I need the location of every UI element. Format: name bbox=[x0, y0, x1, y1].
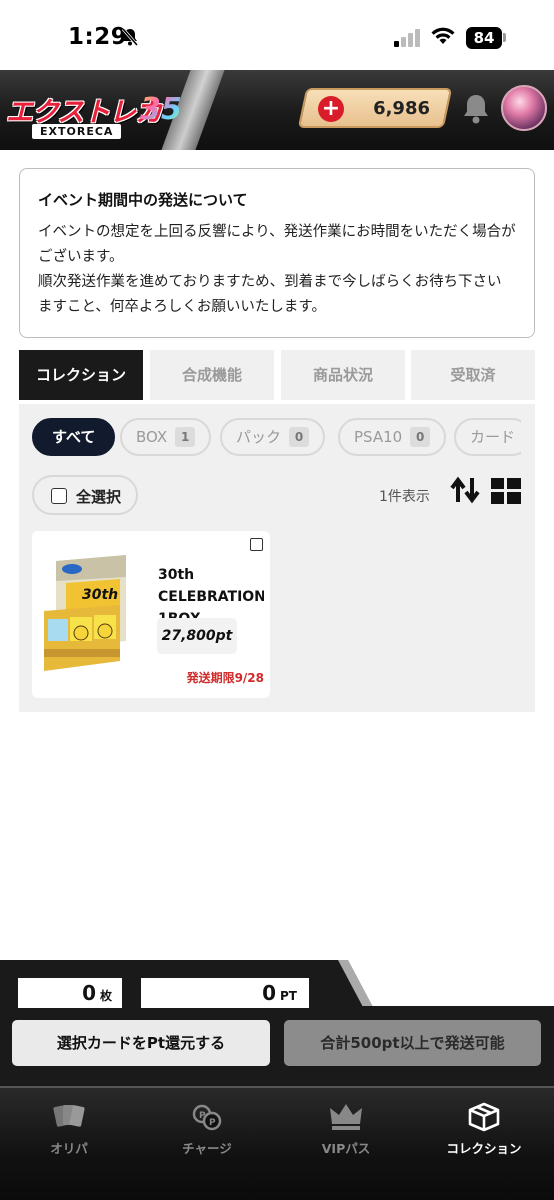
product-image: 30th bbox=[42, 553, 132, 675]
notice-body-2: 順次発送作業を進めておりますため、到着まで今しばらくお待ち下さいますこと、何卒よ… bbox=[38, 274, 502, 315]
selected-points: 0 PT bbox=[141, 978, 309, 1008]
tab-bar-oripa[interactable]: オリパ bbox=[0, 1102, 138, 1157]
selected-quantity-unit: 枚 bbox=[99, 989, 112, 1003]
svg-text:P: P bbox=[199, 1111, 206, 1121]
tab-bar-charge[interactable]: PP チャージ bbox=[138, 1102, 276, 1157]
signal-icon bbox=[394, 29, 422, 51]
selected-points-unit: PT bbox=[280, 989, 297, 1003]
svg-text:P: P bbox=[209, 1118, 216, 1128]
battery-level: 84 bbox=[466, 27, 502, 49]
bottom-tab-bar: オリパ PP チャージ VIPパス コレクション bbox=[0, 1086, 554, 1200]
app-logo[interactable]: エクストレカ EXTORECA bbox=[6, 90, 162, 139]
svg-text:30th: 30th bbox=[82, 587, 118, 603]
notice-body-1: イベントの想定を上回る反響により、発送作業にお時間をいただく場合がございます。 bbox=[38, 224, 516, 265]
filter-all-label: すべて bbox=[52, 428, 96, 446]
filter-psa10[interactable]: PSA10 0 bbox=[338, 418, 447, 456]
crown-icon bbox=[330, 1104, 362, 1130]
cards-icon bbox=[53, 1105, 85, 1127]
filter-card-label: カード bbox=[470, 428, 516, 446]
select-all-toggle[interactable]: 全選択 bbox=[32, 475, 138, 515]
grid-view-icon[interactable] bbox=[491, 478, 521, 508]
item-count: 1件表示 bbox=[379, 489, 430, 505]
silent-mode-icon bbox=[120, 27, 140, 51]
user-avatar[interactable] bbox=[501, 85, 547, 131]
refund-points-button[interactable]: 選択カードをPt還元する bbox=[12, 1020, 270, 1066]
battery-tip bbox=[503, 33, 506, 42]
action-bar-cutout bbox=[346, 956, 554, 1006]
tab-bar-charge-label: チャージ bbox=[182, 1141, 232, 1156]
notification-bell-icon[interactable] bbox=[460, 92, 492, 130]
selection-action-bar: 0枚 0 PT 選択カードをPt還元する 合計500pt以上で発送可能 bbox=[0, 956, 554, 1086]
status-bar: 1:29 84 bbox=[0, 0, 554, 70]
filter-pack-label: パック bbox=[236, 428, 282, 446]
collection-panel: すべて BOX 1 パック 0 PSA10 0 カード 全選択 1件表示 30th bbox=[19, 404, 535, 712]
points-value: 6,986 bbox=[373, 98, 430, 119]
filter-box[interactable]: BOX 1 bbox=[120, 418, 212, 456]
item-checkbox[interactable] bbox=[250, 538, 263, 551]
tab-product-status[interactable]: 商品状況 bbox=[281, 350, 405, 400]
add-points-button[interactable]: + bbox=[318, 96, 344, 122]
tab-bar-collection[interactable]: コレクション bbox=[415, 1102, 553, 1157]
filter-pack[interactable]: パック 0 bbox=[220, 418, 326, 456]
tab-collection[interactable]: コレクション bbox=[19, 350, 143, 400]
filter-pack-count: 0 bbox=[289, 427, 310, 447]
tab-bar-oripa-label: オリパ bbox=[50, 1141, 88, 1156]
collection-item-card[interactable]: 30th 30th CELEBRATION 1BOX 27,800pt 発送期限… bbox=[32, 531, 270, 698]
selected-quantity: 0枚 bbox=[18, 978, 122, 1008]
app-header: エクストレカ EXTORECA 35 + 6,986 bbox=[0, 70, 554, 150]
tab-bar-vip-label: VIPパス bbox=[321, 1141, 371, 1156]
status-time: 1:29 bbox=[68, 24, 128, 50]
tab-received[interactable]: 受取済 bbox=[411, 350, 535, 400]
item-shipping-deadline: 発送期限9/28 bbox=[186, 671, 264, 685]
selected-quantity-value: 0 bbox=[82, 981, 96, 1005]
box-icon bbox=[468, 1102, 500, 1132]
filter-psa10-count: 0 bbox=[410, 427, 431, 447]
tab-synthesis[interactable]: 合成機能 bbox=[150, 350, 274, 400]
ship-button[interactable]: 合計500pt以上で発送可能 bbox=[284, 1020, 541, 1066]
selected-points-value: 0 bbox=[262, 981, 277, 1005]
tab-bar-collection-label: コレクション bbox=[446, 1141, 522, 1156]
sort-icon[interactable] bbox=[450, 476, 482, 508]
filter-psa10-label: PSA10 bbox=[354, 428, 403, 446]
anniversary-badge: 35 bbox=[140, 92, 184, 127]
tab-bar-vip[interactable]: VIPパス bbox=[277, 1102, 415, 1157]
filter-all[interactable]: すべて bbox=[32, 418, 116, 456]
shipping-notice: イベント期間中の発送について イベントの想定を上回る反響により、発送作業にお時間… bbox=[19, 168, 535, 338]
filter-box-label: BOX bbox=[136, 428, 168, 446]
filter-card[interactable]: カード bbox=[454, 418, 521, 456]
select-all-checkbox[interactable] bbox=[51, 488, 67, 504]
logo-subtitle: EXTORECA bbox=[32, 124, 122, 139]
collection-tabs: コレクション 合成機能 商品状況 受取済 bbox=[19, 350, 535, 400]
item-price: 27,800pt bbox=[157, 618, 237, 654]
wifi-icon bbox=[430, 26, 456, 50]
filter-box-count: 1 bbox=[175, 427, 196, 447]
filter-chips: すべて BOX 1 パック 0 PSA10 0 カード bbox=[19, 404, 521, 470]
notice-title: イベント期間中の発送について bbox=[38, 191, 248, 209]
coins-icon: PP bbox=[192, 1104, 222, 1131]
item-title: 30th CELEBRATION 1BOX bbox=[158, 567, 264, 622]
select-all-label: 全選択 bbox=[76, 488, 122, 506]
